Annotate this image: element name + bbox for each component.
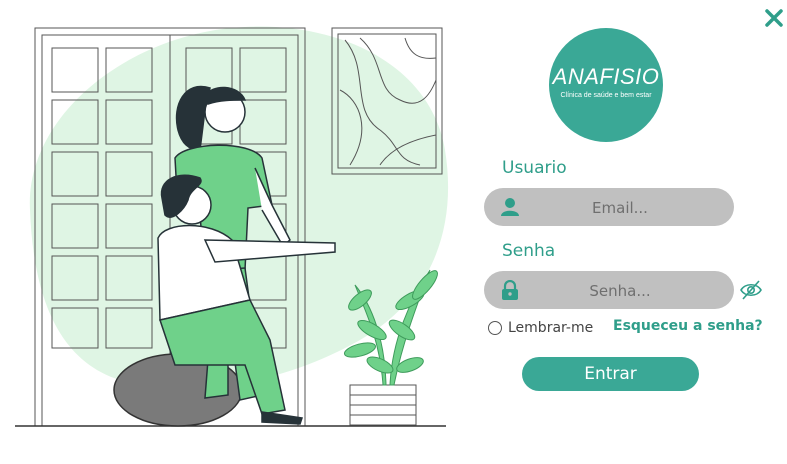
login-button[interactable]: Entrar [522, 357, 699, 391]
email-input[interactable] [528, 188, 712, 228]
lock-icon [502, 280, 518, 300]
email-field-wrapper [484, 188, 734, 228]
physiotherapy-illustration [15, 26, 449, 427]
toggle-password-visibility[interactable] [739, 278, 763, 302]
remember-me-radio[interactable] [488, 321, 502, 335]
close-icon [765, 9, 783, 27]
password-field-wrapper [484, 271, 734, 311]
forgot-password-link[interactable]: Esqueceu a senha? [613, 318, 763, 334]
brand-logo: ANAFISIO Clínica de saúde e bem estar [549, 28, 663, 142]
brand-tagline: Clínica de saúde e bem estar [560, 92, 652, 99]
brand-name: ANAFISIO [552, 64, 660, 89]
remember-me[interactable]: Lembrar-me [488, 318, 593, 338]
eye-off-icon [740, 280, 762, 300]
close-button[interactable] [762, 6, 786, 30]
user-icon [501, 198, 519, 216]
password-label: Senha [502, 241, 556, 261]
password-input[interactable] [528, 271, 712, 311]
remember-me-label: Lembrar-me [508, 320, 594, 336]
user-label: Usuario [502, 158, 567, 178]
